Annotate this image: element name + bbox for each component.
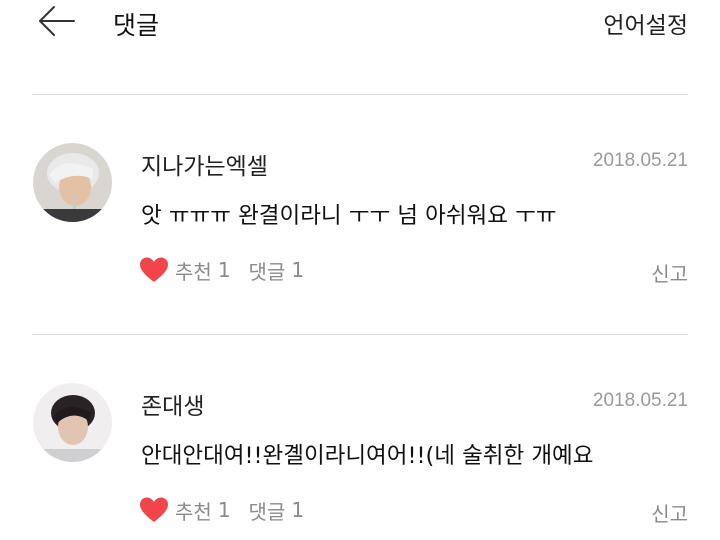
comment-item: 지나가는엑셀 2018.05.21 앗 ㅠㅠㅠ 완결이라니 ㅜㅜ 넘 아쉬워요 … [0,95,720,295]
report-button[interactable]: 신고 [651,498,688,527]
comment-actions: 추천 1 댓글 1 [139,255,304,285]
page-title: 댓글 [113,11,160,40]
avatar[interactable] [33,383,112,462]
heart-icon[interactable] [139,256,169,284]
reply-count: 1 [291,258,305,282]
comment-text: 앗 ㅠㅠㅠ 완결이라니 ㅜㅜ 넘 아쉬워요 ㅜㅠ [141,203,557,229]
like-label[interactable]: 추천 [175,496,212,525]
arrow-left-icon [39,6,75,36]
reply-label[interactable]: 댓글 [249,256,286,285]
header-bar: 댓글 언어설정 [0,0,720,60]
report-button[interactable]: 신고 [651,258,688,287]
comment-actions: 추천 1 댓글 1 [139,495,304,525]
comment-item: 존대생 2018.05.21 안대안대여!!완곌이라니여어!!(네 술취한 개예… [0,335,720,535]
reply-label[interactable]: 댓글 [249,496,286,525]
language-settings-button[interactable]: 언어설정 [603,6,688,40]
avatar[interactable] [33,143,112,222]
heart-icon[interactable] [139,496,169,524]
comment-text: 안대안대여!!완곌이라니여어!!(네 술취한 개예요 [141,443,594,469]
username: 존대생 [141,394,205,420]
like-count: 1 [217,498,231,522]
back-button[interactable] [36,4,76,38]
comment-date: 2018.05.21 [592,150,688,171]
like-label[interactable]: 추천 [175,256,212,285]
comment-date: 2018.05.21 [592,390,688,411]
reply-button[interactable]: 댓글 1 [249,496,305,525]
reply-count: 1 [291,498,305,522]
reply-button[interactable]: 댓글 1 [249,256,305,285]
username: 지나가는엑셀 [141,154,268,180]
like-count: 1 [217,258,231,282]
